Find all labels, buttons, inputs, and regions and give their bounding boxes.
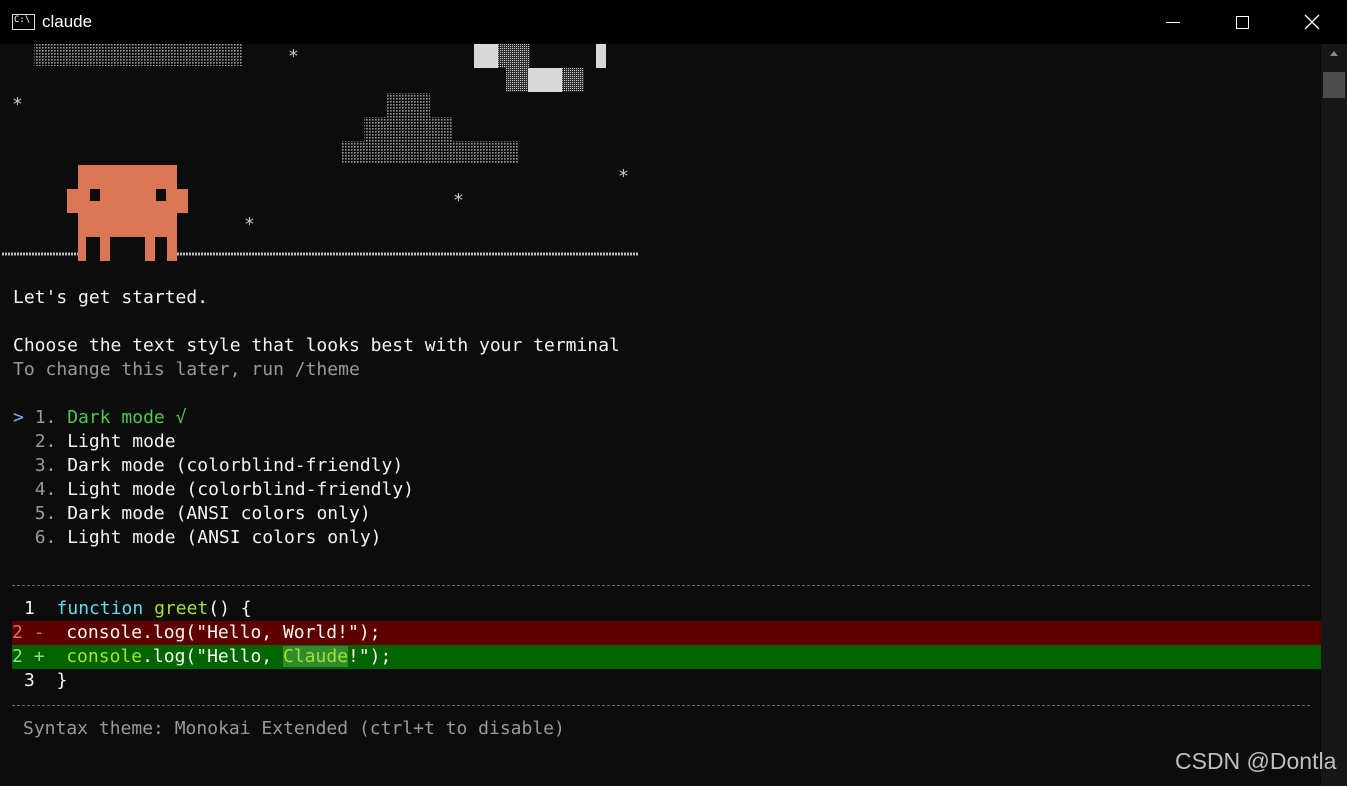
scroll-up-arrow-icon[interactable] <box>1330 51 1338 56</box>
theme-option-5[interactable]: 5. Dark mode (ANSI colors only) <box>13 502 371 526</box>
vertical-scrollbar[interactable] <box>1321 44 1347 786</box>
code-object: console <box>66 646 143 667</box>
syntax-theme-status: Syntax theme: Monokai Extended (ctrl+t t… <box>23 718 565 739</box>
option-marker <box>13 527 24 548</box>
option-number: 6. <box>34 527 57 548</box>
theme-option-4[interactable]: 4. Light mode (colorblind-friendly) <box>13 478 414 502</box>
code-keyword: function <box>56 598 144 619</box>
theme-option-6[interactable]: 6. Light mode (ANSI colors only) <box>13 526 382 550</box>
svg-text:*: * <box>12 94 23 115</box>
option-label: Light mode (ANSI colors only) <box>67 527 382 548</box>
scroll-thumb[interactable] <box>1323 72 1345 98</box>
window-title: claude <box>42 12 93 31</box>
option-marker <box>13 479 24 500</box>
selection-pointer-icon: > <box>13 407 24 428</box>
preview-bottom-divider <box>12 705 1310 706</box>
option-number: 4. <box>34 479 57 500</box>
theme-option-1[interactable]: > 1. Dark mode √ <box>13 406 186 430</box>
theme-option-3[interactable]: 3. Dark mode (colorblind-friendly) <box>13 454 403 478</box>
console-icon-glyph: C:\ <box>14 15 31 25</box>
option-label: Light mode <box>67 431 176 452</box>
option-number: 2. <box>34 431 57 452</box>
watermark: CSDN @Dontla <box>1175 748 1337 774</box>
option-marker <box>13 455 24 476</box>
code-text: !"); <box>348 646 392 667</box>
diff-sign: + <box>33 646 45 667</box>
code-line-3: 3 } <box>12 669 1321 693</box>
code-highlight: Claude <box>282 646 348 667</box>
line-number: 2 <box>12 622 23 643</box>
console-app-icon[interactable]: C:\ <box>12 14 35 30</box>
svg-text:*: * <box>288 46 299 67</box>
theme-hint-text: To change this later, run /theme <box>13 359 360 380</box>
preview-top-divider <box>12 585 1310 586</box>
greeting-text: Let's get started. <box>13 287 209 308</box>
close-button[interactable] <box>1289 0 1335 44</box>
diff-added-line: 2 + console.log("Hello, Claude!"); <box>12 645 1321 669</box>
code-text: console.log("Hello, World!"); <box>66 622 381 643</box>
maximize-button[interactable] <box>1219 0 1265 44</box>
welcome-pixel-art: * * * * * <box>2 44 638 261</box>
title-bar: C:\ claude <box>0 0 1347 44</box>
svg-text:*: * <box>618 166 629 187</box>
minimize-icon <box>1166 21 1180 23</box>
claude-mascot <box>67 165 188 261</box>
line-number: 2 <box>12 646 23 667</box>
code-function-name: greet <box>154 598 209 619</box>
line-number: 1 <box>24 598 35 619</box>
option-label: Dark mode (colorblind-friendly) <box>67 455 404 476</box>
option-number: 3. <box>34 455 57 476</box>
minimize-button[interactable] <box>1150 0 1196 44</box>
svg-text:*: * <box>453 190 464 211</box>
option-number: 1. <box>34 407 57 428</box>
option-label: Light mode (colorblind-friendly) <box>67 479 414 500</box>
svg-text:*: * <box>244 214 255 235</box>
close-icon <box>1304 14 1320 30</box>
code-line-1: 1 function greet() { <box>12 597 1321 621</box>
code-text: } <box>56 670 68 691</box>
option-label: Dark mode √ <box>67 407 187 428</box>
theme-prompt-heading: Choose the text style that looks best wi… <box>13 335 620 356</box>
theme-option-2[interactable]: 2. Light mode <box>13 430 176 454</box>
option-number: 5. <box>34 503 57 524</box>
option-marker <box>13 431 24 452</box>
diff-removed-line: 2 - console.log("Hello, World!"); <box>12 621 1321 645</box>
code-text: () { <box>208 598 252 619</box>
option-marker <box>13 503 24 524</box>
line-number: 3 <box>24 670 35 691</box>
diff-sign: - <box>33 622 45 643</box>
option-label: Dark mode (ANSI colors only) <box>67 503 371 524</box>
code-text: .log("Hello, <box>142 646 283 667</box>
maximize-icon <box>1235 15 1249 29</box>
